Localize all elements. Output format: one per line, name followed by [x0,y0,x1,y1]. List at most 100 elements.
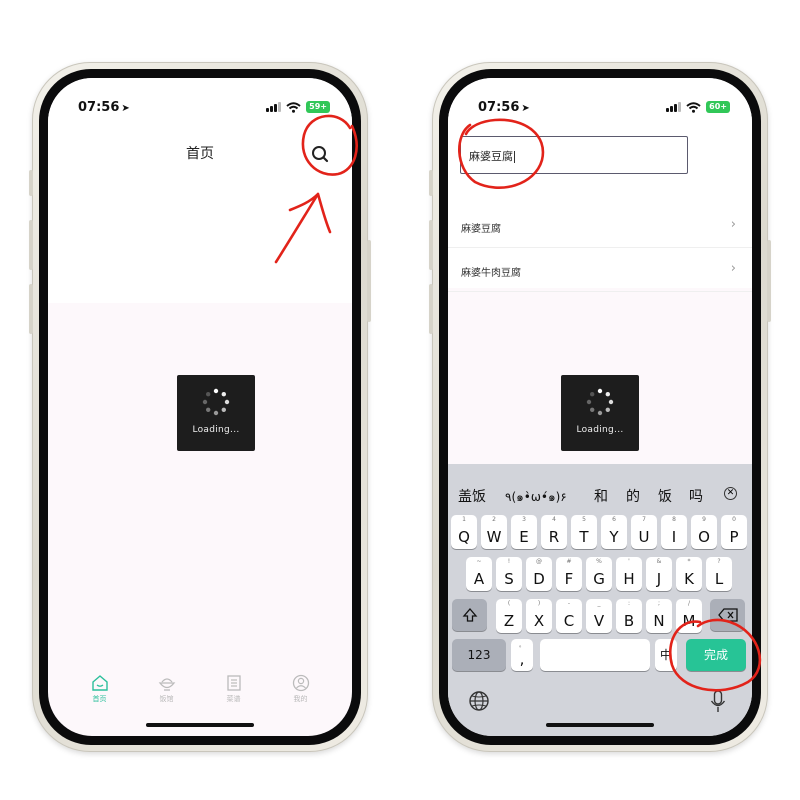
tab-label: 菜谱 [226,695,241,703]
close-candidates-icon[interactable]: ✕ [724,487,737,500]
key-label: Q [458,528,470,546]
microphone-icon[interactable] [710,690,726,714]
result-label: 麻婆牛肉豆腐 [461,268,521,279]
shift-key[interactable] [452,599,487,631]
home-indicator[interactable] [546,723,654,727]
text-caret [514,151,515,163]
home-indicator[interactable] [146,723,254,727]
search-result-item[interactable]: 麻婆豆腐 › [448,204,752,248]
letter-key[interactable]: 3E [511,515,537,549]
tab-restaurants[interactable]: 饭馆 [142,674,192,729]
time-text: 07:56 [478,100,520,115]
key-label: S [504,570,514,588]
done-key[interactable]: 完成 [686,639,746,671]
wifi-icon [286,101,301,113]
key-label: T [579,528,589,546]
key-label: I [671,528,677,546]
key-label: R [548,528,560,546]
candidate-word[interactable]: 盖饭 [458,486,486,506]
candidate-word[interactable]: 饭 [658,486,672,506]
numbers-key[interactable]: 123 [452,639,506,671]
letter-key[interactable]: 8I [661,515,687,549]
letter-key[interactable]: ! S [496,557,522,591]
letter-key[interactable]: * K [676,557,702,591]
location-arrow-icon: ➤ [121,103,130,114]
key-sub-label: / [687,600,691,607]
letter-key[interactable]: # F [556,557,582,591]
letter-key[interactable]: & J [646,557,672,591]
globe-icon[interactable] [468,690,490,712]
key-label: , [519,650,525,668]
letter-key[interactable]: ' H [616,557,642,591]
status-bar: 07:56 ➤ 59+ [48,78,352,126]
search-input[interactable]: 麻婆豆腐 [460,136,688,174]
key-sub-label: 8 [672,516,676,523]
letter-key[interactable]: 9O [691,515,717,549]
letter-key[interactable]: 6Y [601,515,627,549]
language-key[interactable]: 中 [655,639,677,671]
battery-indicator: 60+ [706,101,730,113]
letter-key[interactable]: -C [556,599,582,633]
candidate-word[interactable]: 吗 [689,486,703,506]
key-sub-label: - [567,600,571,607]
key-sub-label: 2 [492,516,496,523]
key-sub-label: # [566,558,572,565]
key-label: U [638,528,650,546]
letter-key[interactable]: 1Q [451,515,477,549]
comma-key[interactable]: 。 , [511,639,533,671]
key-sub-label: @ [536,558,542,565]
letter-key[interactable]: ; N [646,599,672,633]
candidate-word[interactable]: 和 [594,486,608,506]
letter-key[interactable]: 0P [721,515,747,549]
search-result-item[interactable]: 麻婆牛肉豆腐 › [448,248,752,292]
key-label: Z [503,612,515,630]
letter-key[interactable]: 5T [571,515,597,549]
spinner-icon [202,388,230,416]
letter-key[interactable]: / M [676,599,702,633]
tab-profile[interactable]: 我的 [276,674,326,729]
letter-key[interactable]: 4R [541,515,567,549]
letter-key[interactable]: @ D [526,557,552,591]
key-sub-label: : [627,600,631,607]
search-icon[interactable] [308,142,332,166]
letter-key[interactable]: _ V [586,599,612,633]
right-phone-frame: 07:56 ➤ 60+ 麻婆豆腐 麻婆豆腐 › 麻婆牛肉豆腐 › Loading… [429,62,771,752]
left-phone-frame: 07:56 ➤ 59+ 首页 Loading... 首页 饭馆 菜谱 我的 [29,62,371,752]
letter-key[interactable]: 2W [481,515,507,549]
search-input-value: 麻婆豆腐 [469,150,513,163]
space-key[interactable] [540,639,650,671]
key-label: D [533,570,545,588]
key-label: Y [609,528,619,546]
key-label: C [563,612,575,630]
key-label: A [473,570,485,588]
volume-down-button [29,284,33,334]
battery-indicator: 59+ [306,101,330,113]
letter-key[interactable]: ? L [706,557,732,591]
chevron-right-icon: › [730,261,736,276]
right-screen: 07:56 ➤ 60+ 麻婆豆腐 麻婆豆腐 › 麻婆牛肉豆腐 › Loading… [448,78,752,736]
candidate-word[interactable]: ٩(๑•̀ω•́๑)۶ [505,488,567,507]
letter-key[interactable]: ) X [526,599,552,633]
key-sub-label: 5 [582,516,586,523]
letter-key[interactable]: :B [616,599,642,633]
tab-home[interactable]: 首页 [75,674,125,729]
letter-key[interactable]: ~ A [466,557,492,591]
cellular-signal-icon [666,102,682,112]
key-label: J [656,570,662,588]
rice-bowl-icon [158,678,175,691]
tab-recipes[interactable]: 菜谱 [209,674,259,729]
tab-label: 我的 [293,695,308,703]
letter-key[interactable]: % G [586,557,612,591]
volume-down-button [429,284,433,334]
letter-key[interactable]: 7U [631,515,657,549]
key-sub-label: 0 [732,516,736,523]
key-sub-label: & [656,558,662,565]
key-sub-label: _ [597,600,601,607]
spinner-icon [586,388,614,416]
candidate-word[interactable]: 的 [626,486,640,506]
letter-key[interactable]: (Z [496,599,522,633]
loading-label: Loading... [576,425,624,435]
backspace-key[interactable] [710,599,745,631]
volume-up-button [29,220,33,270]
key-label: M [682,612,696,630]
